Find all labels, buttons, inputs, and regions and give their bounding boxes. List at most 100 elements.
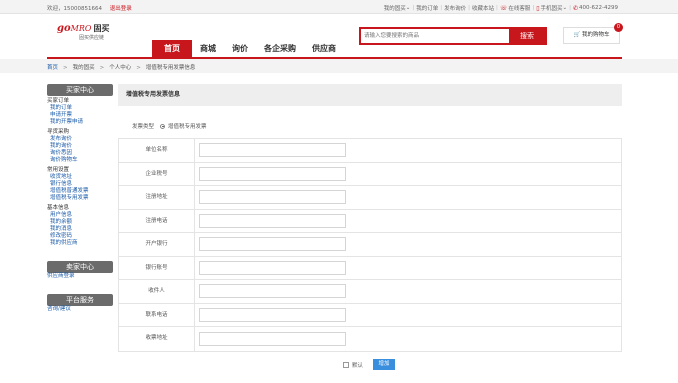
sidebar-item-shipping-address[interactable]: 收货地址 [47, 174, 113, 181]
sidebar-item-change-password[interactable]: 修改密码 [47, 233, 113, 240]
sidebar: 买家中心 买家订单 我的订单 申请开票 我的开票申请 寻货采购 发布询价 我的询… [47, 84, 113, 313]
form-row: 银行账号 [119, 256, 621, 280]
field-label: 企业税号 [119, 162, 195, 185]
sidebar-item-my-messages[interactable]: 我的消息 [47, 226, 113, 233]
my-gumai-link[interactable]: 我的固买 [384, 4, 406, 12]
sidebar-item-supplier-login[interactable]: 供应商登录 [47, 273, 113, 280]
bank-account-input[interactable] [199, 260, 346, 275]
sidebar-item-my-balance[interactable]: 我的余额 [47, 219, 113, 226]
divider: | [532, 5, 535, 11]
invoice-address-input[interactable] [199, 331, 346, 346]
form-row: 收件人 [119, 280, 621, 304]
form-row: 联系电话 [119, 303, 621, 327]
field-label: 单位名称 [119, 139, 195, 162]
logo-subtitle: 固买供应链 [79, 35, 105, 41]
logo-go: go [57, 23, 71, 34]
cart-label: 我的购物车 [582, 32, 610, 38]
form-row: 开户银行 [119, 233, 621, 257]
logo-mro: MRO [70, 24, 92, 33]
nav-home[interactable]: 首页 [152, 40, 192, 57]
sidebar-buyer-head: 买家中心 [47, 84, 113, 96]
field-label: 收票地址 [119, 327, 195, 351]
cart-icon: 🛒 [573, 32, 581, 38]
bookmark-link[interactable]: 收藏本站 [472, 4, 494, 12]
sidebar-item-my-inquiries[interactable]: 我的询价 [47, 143, 113, 150]
recipient-input[interactable] [199, 284, 346, 299]
sidebar-group-title: 常用设置 [47, 167, 70, 173]
nav-inquiry[interactable]: 询价 [224, 40, 256, 57]
search-button[interactable]: 搜索 [509, 29, 545, 43]
invoice-form-table: 单位名称 企业税号 注册地址 注册电话 开户银行 银行账号 收件人 联系电话 收… [118, 138, 622, 352]
sidebar-item-normal-vat-invoice[interactable]: 增值税普通发票 [47, 188, 113, 195]
breadcrumb-current: 增值税专用发票信息 [145, 65, 196, 71]
sidebar-seller-head: 卖家中心 [47, 261, 113, 273]
post-inquiry-link[interactable]: 发布询价 [444, 4, 466, 12]
bank-name-input[interactable] [199, 237, 346, 252]
form-row: 注册地址 [119, 186, 621, 210]
sidebar-item-special-vat-invoice[interactable]: 增值税专用发票 [47, 195, 113, 202]
sidebar-item-inquiry-cart[interactable]: 询价购物车 [47, 157, 113, 164]
sidebar-platform-head: 平台服务 [47, 294, 113, 306]
field-label: 联系电话 [119, 303, 195, 326]
default-checkbox[interactable] [343, 361, 349, 368]
top-bar: 欢迎，15000851664 退出登录 我的固买 ⌄ | 我的订单 | 发布询价 … [0, 0, 678, 14]
sidebar-item-apply-invoice[interactable]: 申请开票 [47, 112, 113, 119]
form-row: 单位名称 [119, 139, 621, 163]
divider: | [412, 5, 415, 11]
field-label: 收件人 [119, 280, 195, 303]
form-actions: 默认 增加 [343, 359, 396, 370]
field-label: 注册地址 [119, 186, 195, 209]
registered-address-input[interactable] [199, 190, 346, 205]
search-input[interactable] [361, 29, 509, 43]
field-label: 银行账号 [119, 256, 195, 279]
my-orders-link[interactable]: 我的订单 [416, 4, 438, 12]
add-button[interactable]: 增加 [373, 359, 396, 370]
mobile-gumai-link[interactable]: 手机固买 [541, 4, 563, 12]
sidebar-group-title: 买家订单 [47, 98, 70, 104]
form-row: 收票地址 [119, 327, 621, 351]
contact-phone-input[interactable] [199, 307, 346, 322]
field-label: 开户银行 [119, 233, 195, 256]
breadcrumb: 首页 > 我的固买 > 个人中心 > 增值税专用发票信息 [47, 65, 196, 71]
sidebar-item-inquiry-reasons[interactable]: 询价悉因 [47, 150, 113, 157]
sidebar-item-my-suppliers[interactable]: 我的供应商 [47, 240, 113, 247]
nav-enterprise-purchase[interactable]: 各企采购 [256, 40, 304, 57]
tax-id-input[interactable] [199, 166, 346, 181]
online-service-link[interactable]: 在线客服 [508, 4, 530, 12]
main-nav: 首页 商城 询价 各企采购 供应商 [152, 40, 344, 57]
divider: | [468, 5, 470, 11]
invoice-type-radio[interactable] [160, 123, 166, 129]
breadcrumb-my-gumai[interactable]: 我的固买 [73, 65, 95, 71]
registered-phone-input[interactable] [199, 213, 346, 228]
breadcrumb-personal-center[interactable]: 个人中心 [109, 65, 131, 71]
main-content: 增值税专用发票信息 发票类型 增值税专用发票 单位名称 企业税号 注册地址 注册… [118, 84, 622, 370]
sidebar-item-bank-info[interactable]: 银行信息 [47, 181, 113, 188]
page-title: 增值税专用发票信息 [118, 84, 622, 106]
breadcrumb-home[interactable]: 首页 [47, 65, 58, 71]
sidebar-group-title: 基本信息 [47, 205, 70, 211]
sidebar-item-feedback[interactable]: 咨询/建议 [47, 306, 113, 313]
sidebar-item-post-inquiry[interactable]: 发布询价 [47, 136, 113, 143]
divider: | [569, 5, 571, 11]
chevron-down-icon: ⌄ [405, 5, 411, 11]
field-label: 注册电话 [119, 209, 195, 232]
nav-mall[interactable]: 商城 [192, 40, 224, 57]
sidebar-item-my-invoice-requests[interactable]: 我的开票申请 [47, 119, 113, 126]
chevron-down-icon: ⌄ [562, 5, 568, 11]
welcome-text: 欢迎，15000851664 [47, 6, 102, 12]
search-box: 搜索 [359, 27, 547, 45]
nav-supplier[interactable]: 供应商 [304, 40, 344, 57]
welcome-area: 欢迎，15000851664 退出登录 [47, 4, 132, 12]
invoice-type-label: 发票类型 [132, 124, 155, 130]
site-logo[interactable]: goMRO 固买 固买供应链 [57, 23, 110, 41]
form-row: 企业税号 [119, 162, 621, 186]
sidebar-item-my-orders[interactable]: 我的订单 [47, 105, 113, 112]
company-name-input[interactable] [199, 143, 346, 158]
default-label: 默认 [352, 362, 364, 369]
logout-link[interactable]: 退出登录 [110, 6, 132, 12]
hotline-number: 400-622-4299 [579, 5, 618, 11]
sidebar-group-title: 寻货采购 [47, 129, 70, 135]
cart-button[interactable]: 🛒 我的购物车 0 [563, 23, 623, 44]
logo-cn: 固买 [93, 24, 110, 33]
sidebar-item-user-info[interactable]: 用户信息 [47, 212, 113, 219]
